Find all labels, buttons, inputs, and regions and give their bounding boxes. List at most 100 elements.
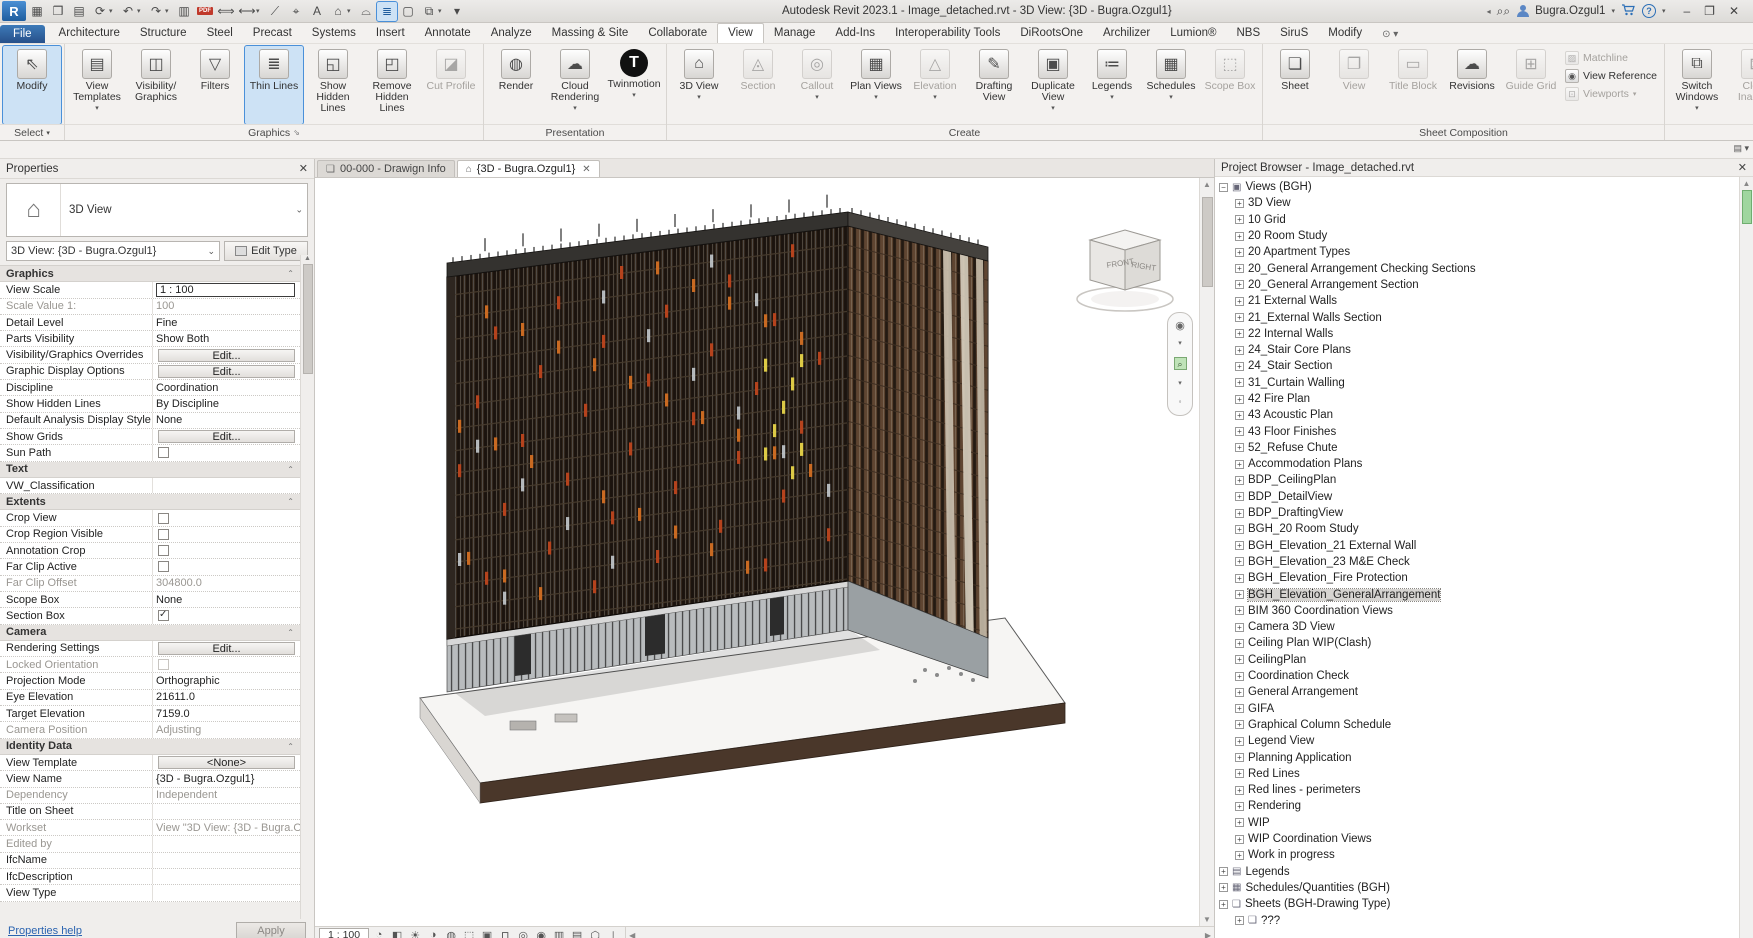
section-icon[interactable]: ⌓	[356, 2, 376, 21]
expand-icon[interactable]: +	[1235, 835, 1244, 844]
section-collapse-icon[interactable]: ⌃	[287, 628, 294, 637]
model-line-icon[interactable]: ⟋	[265, 2, 285, 21]
instance-selector[interactable]: 3D View: {3D - Bugra.Ozgul1} ⌄	[6, 241, 220, 261]
edit-button[interactable]: Edit...	[158, 349, 295, 362]
scroll-right-icon[interactable]: ▶	[1202, 931, 1214, 938]
visual-style-icon[interactable]: ◧	[389, 928, 405, 938]
ribbon-tab-steel[interactable]: Steel	[197, 24, 243, 43]
infocenter-collapse-icon[interactable]: ◂	[1487, 7, 1491, 16]
ribbon-tab-manage[interactable]: Manage	[764, 24, 826, 43]
help-icon[interactable]: ?	[1642, 4, 1656, 18]
help-dropdown-icon[interactable]: ▾	[1662, 7, 1666, 15]
ribbon-tab-annotate[interactable]: Annotate	[415, 24, 481, 43]
ribbon-tab-systems[interactable]: Systems	[302, 24, 366, 43]
property-section-identity-data[interactable]: Identity Data⌃	[0, 739, 300, 755]
tree-node[interactable]: +31_Curtain Walling	[1235, 375, 1739, 391]
detail-level-icon[interactable]: ◔	[371, 928, 387, 938]
expand-icon[interactable]: +	[1235, 280, 1244, 289]
expand-icon[interactable]: +	[1235, 232, 1244, 241]
expand-icon[interactable]: +	[1235, 639, 1244, 648]
tree-node[interactable]: +20 Apartment Types	[1235, 244, 1739, 260]
wheel-dropdown-icon[interactable]: ▾	[1178, 339, 1182, 349]
filters-button[interactable]: ▽Filters	[186, 46, 244, 124]
tree-node[interactable]: +CeilingPlan	[1235, 652, 1739, 668]
remove-hidden-lines-button[interactable]: ◰Remove Hidden Lines	[363, 46, 421, 124]
tree-node[interactable]: +Red Lines	[1235, 766, 1739, 782]
view-tab-close-icon[interactable]: ✕	[582, 164, 590, 175]
customize-qat-icon[interactable]: ▾	[447, 2, 467, 21]
3d-view-canvas[interactable]: FRONT RIGHT ◉ ▾ ⌕ ▾ ◦	[315, 178, 1199, 926]
expand-icon[interactable]: +	[1235, 215, 1244, 224]
file-tab[interactable]: File	[0, 25, 45, 43]
default-3d-view-icon-dropdown[interactable]: ▾	[347, 7, 355, 15]
expand-icon[interactable]: +	[1235, 329, 1244, 338]
edit-button[interactable]: Edit...	[158, 365, 295, 378]
expand-icon[interactable]: +	[1235, 346, 1244, 355]
tree-node[interactable]: +3D View	[1235, 195, 1739, 211]
scroll-up-icon[interactable]: ▲	[1203, 180, 1211, 189]
expand-icon[interactable]: +	[1235, 395, 1244, 404]
switch-windows-dropdown-icon[interactable]: ▾	[1695, 104, 1699, 112]
app-store-cart-icon[interactable]	[1621, 4, 1636, 19]
properties-scrollbar[interactable]: ▲	[300, 255, 314, 919]
revisions-button[interactable]: ☁Revisions	[1443, 46, 1501, 124]
crop-view-icon[interactable]: ⬚	[461, 928, 477, 938]
tree-node[interactable]: +Legend View	[1235, 733, 1739, 749]
tree-node-views-root[interactable]: −▣Views (BGH)	[1219, 179, 1739, 195]
ribbon-tab-interoperability-tools[interactable]: Interoperability Tools	[885, 24, 1010, 43]
ribbon-tab-insert[interactable]: Insert	[366, 24, 415, 43]
3d-view-button[interactable]: ⌂3D View▾	[670, 46, 728, 124]
user-dropdown-icon[interactable]: ▾	[1611, 7, 1615, 15]
property-checkbox[interactable]	[158, 513, 169, 524]
property-value[interactable]: By Discipline	[152, 396, 300, 411]
property-checkbox[interactable]	[158, 610, 169, 621]
ribbon-tab-structure[interactable]: Structure	[130, 24, 197, 43]
property-value[interactable]: Show Both	[152, 331, 300, 346]
tree-node[interactable]: +Graphical Column Schedule	[1235, 717, 1739, 733]
tree-node[interactable]: +Red lines - perimeters	[1235, 782, 1739, 798]
tree-node-schedules-quantities-bgh-[interactable]: +▦Schedules/Quantities (BGH)	[1219, 880, 1739, 896]
property-value[interactable]: Edit...	[152, 364, 300, 379]
view-template-button[interactable]: <None>	[158, 756, 295, 769]
properties-close-icon[interactable]: ✕	[299, 162, 308, 175]
export-pdf-icon[interactable]: PDF	[195, 2, 215, 21]
elevation-dropdown-icon[interactable]: ▾	[933, 93, 937, 101]
expand-icon[interactable]: +	[1235, 623, 1244, 632]
signed-in-user[interactable]: Bugra.Ozgul1	[1535, 5, 1605, 17]
view-tab--3d-bugra-ozgul1-[interactable]: ⌂{3D - Bugra.Ozgul1}✕	[457, 160, 600, 177]
render-button[interactable]: ◍Render	[487, 46, 545, 124]
thin-lines-button[interactable]: ≣Thin Lines	[245, 46, 303, 124]
tree-node[interactable]: +BGH_Elevation_GeneralArrangement	[1235, 586, 1739, 602]
project-browser-scrollbar[interactable]: ▲	[1739, 177, 1753, 938]
ribbon-tab-lumion-[interactable]: Lumion®	[1160, 24, 1226, 43]
expand-icon[interactable]: +	[1235, 916, 1244, 925]
ribbon-tab-sirus[interactable]: SiruS	[1270, 24, 1318, 43]
aligned-dimension-icon[interactable]: ⟷	[237, 2, 257, 21]
ribbon-tab-modify[interactable]: Modify	[1318, 24, 1372, 43]
property-section-graphics[interactable]: Graphics⌃	[0, 266, 300, 282]
expand-icon[interactable]: +	[1235, 525, 1244, 534]
navbar-options-icon[interactable]: ◦	[1179, 397, 1182, 407]
tree-node[interactable]: +WIP Coordination Views	[1235, 831, 1739, 847]
view-scale-control[interactable]: 1 : 100	[319, 928, 369, 938]
canvas-horizontal-scrollbar[interactable]: ◀ ▶	[625, 927, 1214, 938]
tree-node[interactable]: +21 External Walls	[1235, 293, 1739, 309]
expand-icon[interactable]: +	[1235, 737, 1244, 746]
view-scale-input[interactable]: 1 : 100	[156, 283, 295, 297]
property-value[interactable]: Edit...	[152, 347, 300, 362]
drafting-view-button[interactable]: ✎Drafting View	[965, 46, 1023, 124]
expand-icon[interactable]: +	[1219, 867, 1228, 876]
expand-icon[interactable]: +	[1235, 557, 1244, 566]
sync-icon[interactable]: ⟳	[90, 2, 110, 21]
scope-box-button[interactable]: ⬚Scope Box	[1201, 46, 1259, 124]
property-value[interactable]	[152, 869, 300, 884]
property-checkbox[interactable]	[158, 447, 169, 458]
section-collapse-icon[interactable]: ⌃	[287, 742, 294, 751]
tree-node[interactable]: +43 Floor Finishes	[1235, 423, 1739, 439]
scrollbar-thumb[interactable]	[1202, 197, 1213, 287]
expand-icon[interactable]: +	[1235, 672, 1244, 681]
tree-node[interactable]: +GIFA	[1235, 701, 1739, 717]
tree-node[interactable]: +20_General Arrangement Section	[1235, 277, 1739, 293]
tree-node[interactable]: +42 Fire Plan	[1235, 391, 1739, 407]
tree-node[interactable]: +24_Stair Section	[1235, 358, 1739, 374]
